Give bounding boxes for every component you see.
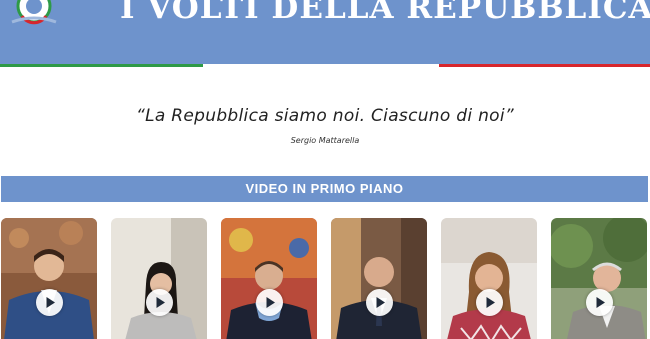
play-icon (486, 297, 495, 308)
play-button[interactable] (586, 289, 613, 316)
video-card[interactable] (111, 218, 207, 339)
quote-author: Sergio Mattarella (290, 136, 360, 145)
site-title: I VOLTI DELLA REPUBBLICA (120, 0, 650, 26)
play-button[interactable] (256, 289, 283, 316)
play-icon (596, 297, 605, 308)
video-thumbnail (221, 218, 317, 339)
section-heading: VIDEO IN PRIMO PIANO (1, 176, 648, 202)
video-card[interactable] (221, 218, 317, 339)
video-card[interactable] (331, 218, 427, 339)
video-card[interactable] (551, 218, 647, 339)
video-thumbnail (111, 218, 207, 339)
play-button[interactable] (366, 289, 393, 316)
republic-emblem-icon[interactable] (8, 0, 60, 28)
play-icon (46, 297, 55, 308)
play-button[interactable] (476, 289, 503, 316)
quote-text: “La Repubblica siamo noi. Ciascuno di no… (136, 106, 514, 126)
play-icon (376, 297, 385, 308)
video-card[interactable] (1, 218, 97, 339)
video-thumbnail (331, 218, 427, 339)
play-icon (156, 297, 165, 308)
site-header: I VOLTI DELLA REPUBBLICA (0, 0, 650, 64)
video-thumbnail (551, 218, 647, 339)
tricolor-divider (0, 64, 650, 67)
play-icon (266, 297, 275, 308)
play-button[interactable] (146, 289, 173, 316)
video-thumbnail (441, 218, 537, 339)
video-card[interactable] (441, 218, 537, 339)
video-thumbnail (1, 218, 97, 339)
play-button[interactable] (36, 289, 63, 316)
